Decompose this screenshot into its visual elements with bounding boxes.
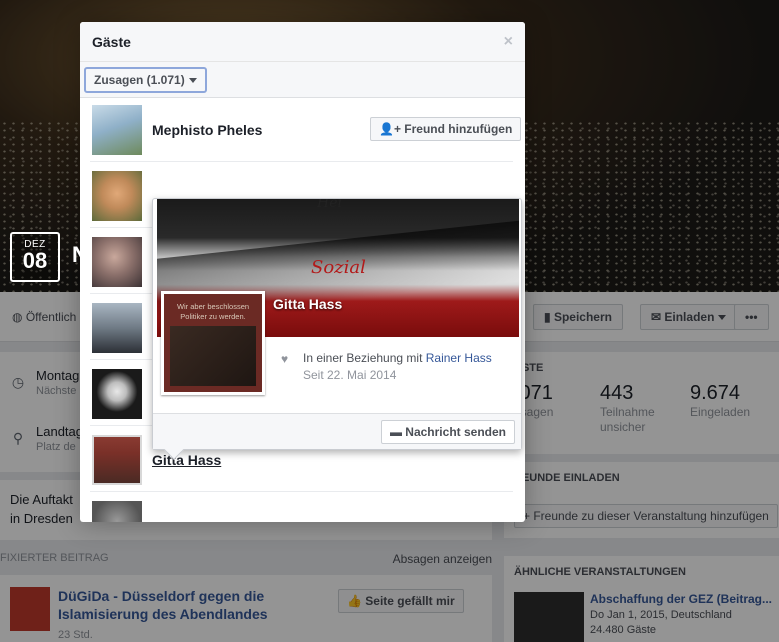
hovercard-profile-photo[interactable]: Wir aber beschlossen Politiker zu werden… bbox=[161, 291, 265, 395]
avatar[interactable] bbox=[92, 237, 142, 287]
avatar[interactable] bbox=[92, 171, 142, 221]
dialog-filter-bar: Zusagen (1.071) bbox=[80, 62, 525, 98]
hovercard-name[interactable]: Gitta Hass bbox=[273, 296, 342, 312]
event-title: N bbox=[72, 242, 88, 267]
heart-icon: ♥ bbox=[281, 352, 289, 366]
profile-photo-text: Wir aber beschlossen Politiker zu werden… bbox=[176, 302, 250, 321]
guest-name[interactable]: Gitta Hass bbox=[152, 452, 221, 468]
list-item bbox=[80, 492, 525, 522]
avatar[interactable] bbox=[92, 435, 142, 485]
hovercard-footer: ▬ Nachricht senden bbox=[153, 413, 521, 449]
send-message-button[interactable]: ▬ Nachricht senden bbox=[380, 420, 515, 444]
message-icon: ▬ bbox=[389, 425, 406, 439]
avatar[interactable] bbox=[92, 105, 142, 155]
dialog-header: Gäste × bbox=[80, 22, 525, 62]
cover-text: Sozial bbox=[311, 257, 366, 278]
avatar[interactable] bbox=[92, 501, 142, 522]
guest-name[interactable]: Mephisto Pheles bbox=[152, 122, 262, 138]
close-icon[interactable]: × bbox=[504, 33, 513, 51]
list-item: Mephisto Pheles 👤+ Freund hinzufügen bbox=[80, 96, 525, 162]
add-friend-button[interactable]: 👤+ Freund hinzufügen bbox=[370, 117, 522, 141]
cover-top-text: Hei bbox=[317, 199, 342, 211]
chevron-down-icon bbox=[188, 78, 197, 84]
relationship-status: In einer Beziehung mit Rainer Hass Seit … bbox=[303, 351, 503, 383]
avatar[interactable] bbox=[92, 303, 142, 353]
partner-link[interactable]: Rainer Hass bbox=[426, 351, 492, 365]
event-day: 08 bbox=[22, 248, 48, 273]
event-date-badge: DEZ 08 bbox=[10, 232, 60, 282]
add-friend-icon: 👤+ bbox=[379, 122, 405, 136]
profile-hovercard: Hei Sozial Wir aber beschlossen Politike… bbox=[152, 198, 522, 460]
avatar[interactable] bbox=[92, 369, 142, 419]
guest-filter-dropdown[interactable]: Zusagen (1.071) bbox=[84, 67, 207, 93]
dialog-title: Gäste bbox=[92, 34, 131, 50]
relationship-since: Seit 22. Mai 2014 bbox=[303, 368, 397, 382]
